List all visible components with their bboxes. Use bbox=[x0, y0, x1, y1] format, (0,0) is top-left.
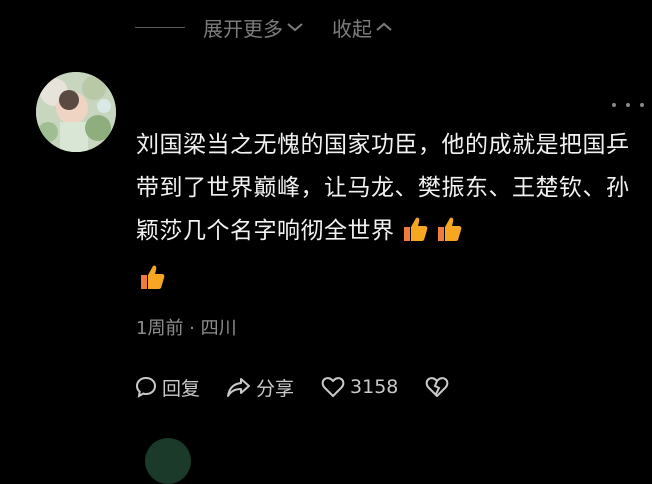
expand-more-button[interactable]: 展开更多 bbox=[203, 13, 304, 42]
more-dot bbox=[612, 103, 616, 107]
heart-icon bbox=[321, 377, 345, 397]
reply-label: 回复 bbox=[162, 377, 201, 400]
broken-heart-icon bbox=[426, 377, 449, 397]
chevron-down-icon bbox=[287, 23, 303, 32]
more-options-button[interactable] bbox=[612, 96, 644, 114]
share-button[interactable]: 分享 bbox=[226, 374, 294, 401]
like-count: 3158 bbox=[350, 376, 399, 398]
chevron-up-icon bbox=[376, 22, 392, 31]
comment-body: 刘国梁当之无愧的国家功臣，他的成就是把国乒带到了世界巅峰，让马龙、樊振东、王楚钦… bbox=[136, 124, 636, 306]
next-comment-avatar[interactable] bbox=[145, 438, 191, 484]
like-button[interactable]: 3158 bbox=[320, 375, 398, 399]
avatar-image bbox=[36, 72, 116, 152]
collapse-button[interactable]: 收起 bbox=[332, 13, 393, 42]
user-avatar[interactable] bbox=[36, 72, 116, 152]
collapse-label: 收起 bbox=[332, 16, 372, 41]
dislike-button[interactable] bbox=[424, 375, 454, 399]
expand-more-label: 展开更多 bbox=[203, 16, 283, 41]
thumbs-up-icon bbox=[401, 215, 429, 258]
share-arrow-icon bbox=[227, 378, 251, 397]
share-label: 分享 bbox=[256, 377, 295, 400]
thumbs-up-icon bbox=[435, 215, 463, 258]
comment-actions: 回复 分享 3158 bbox=[134, 372, 480, 402]
reply-button[interactable]: 回复 bbox=[134, 374, 200, 401]
comment-meta: 1周前 · 四川 bbox=[136, 318, 237, 339]
more-dot bbox=[640, 103, 644, 107]
chat-bubble-icon bbox=[135, 376, 157, 398]
thumbs-up-icon bbox=[138, 263, 166, 306]
comment-text: 刘国梁当之无愧的国家功臣，他的成就是把国乒带到了世界巅峰，让马龙、樊振东、王楚钦… bbox=[136, 132, 630, 244]
divider-line bbox=[135, 26, 185, 28]
more-dot bbox=[626, 103, 630, 107]
comment-thread-controls: 展开更多 收起 bbox=[135, 12, 393, 42]
